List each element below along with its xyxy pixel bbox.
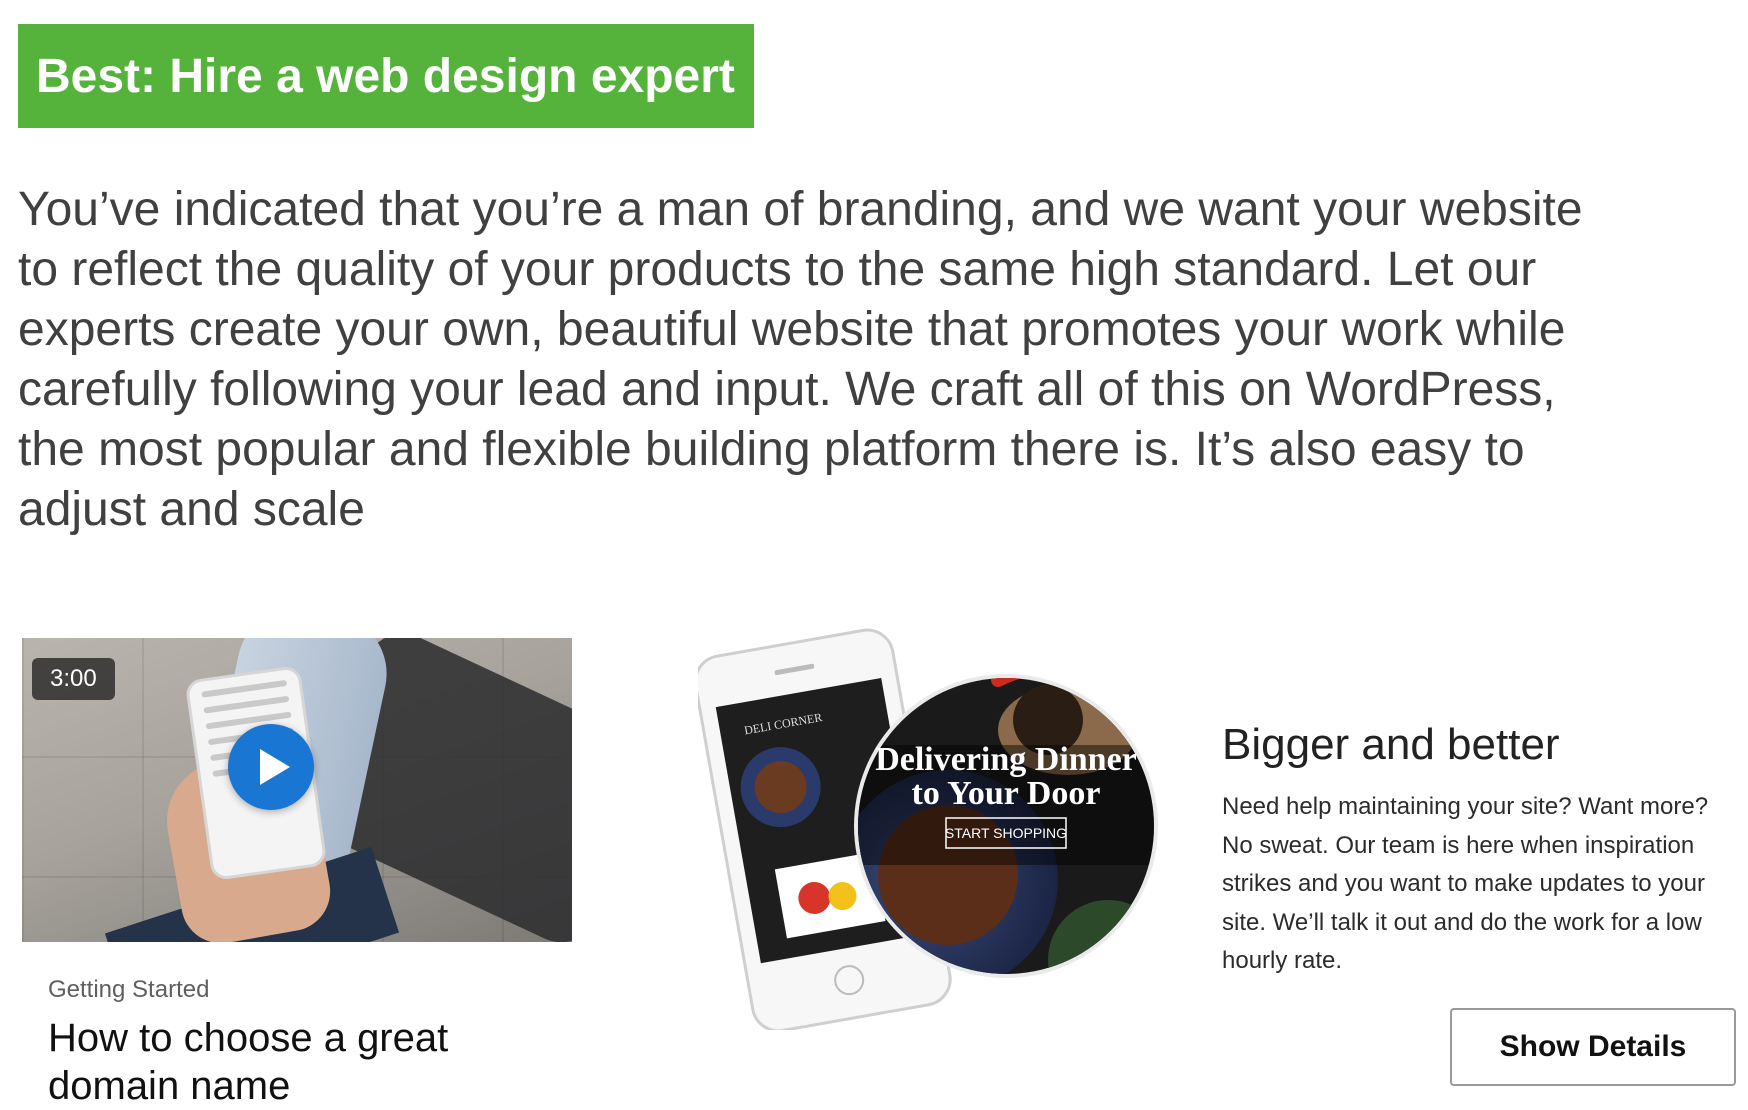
- banner-title: Best: Hire a web design expert: [36, 49, 735, 103]
- promo-info: Bigger and better Need help maintaining …: [1222, 720, 1742, 981]
- video-thumbnail[interactable]: 3:00: [22, 638, 572, 942]
- show-details-button[interactable]: Show Details: [1450, 1008, 1736, 1086]
- promo-title: Bigger and better: [1222, 720, 1560, 769]
- promo-headline-line1: Delivering Dinner: [875, 741, 1137, 778]
- intro-paragraph: You’ve indicated that you’re a man of br…: [18, 183, 1583, 536]
- video-card[interactable]: 3:00 Getting Started How to choose a gre…: [22, 638, 572, 1110]
- promo-headline-line2: to Your Door: [912, 775, 1101, 812]
- promo-description: Need help maintaining your site? Want mo…: [1222, 793, 1709, 974]
- website-preview-illustration: DELI CORNER Delivering Dinner to Your Do…: [698, 628, 1158, 1030]
- play-button[interactable]: [228, 724, 314, 810]
- section-banner: Best: Hire a web design expert: [18, 24, 754, 128]
- video-category: Getting Started: [48, 976, 210, 1003]
- video-duration-badge: 3:00: [32, 658, 115, 700]
- play-icon: [260, 749, 290, 785]
- promo-cta-text: START SHOPPING: [945, 825, 1067, 841]
- video-title-link[interactable]: How to choose a great domain name: [48, 1014, 568, 1110]
